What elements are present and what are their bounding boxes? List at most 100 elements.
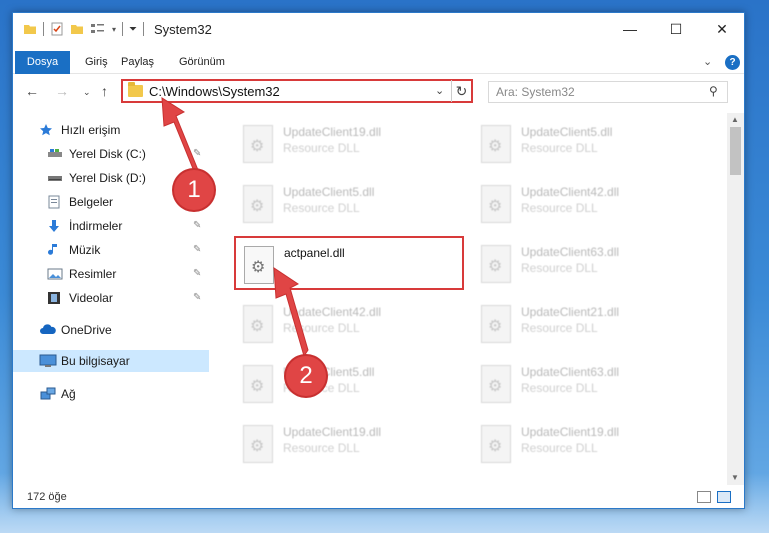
- sidebar-item-label: Bu bilgisayar: [61, 354, 130, 368]
- file-name: UpdateClient5.dll: [283, 185, 375, 199]
- sidebar-item-label: Hızlı erişim: [61, 123, 121, 137]
- dll-file-icon: [243, 305, 273, 343]
- toolbar-separator: [122, 22, 124, 36]
- view-options-icon[interactable]: [90, 22, 106, 36]
- sidebar-item-onedrive[interactable]: OneDrive: [13, 319, 209, 341]
- file-tile[interactable]: UpdateClient5.dll Resource DLL: [473, 117, 703, 171]
- address-path[interactable]: C:\Windows\System32: [149, 84, 280, 99]
- title-bar: ▾ ⏷ System32 — ☐ ✕: [13, 13, 744, 45]
- file-name: UpdateClient5.dll: [521, 125, 613, 139]
- sidebar-item-quick-access[interactable]: Hızlı erişim: [13, 119, 209, 141]
- new-folder-icon[interactable]: [70, 22, 84, 36]
- sidebar-item-label: Ağ: [61, 387, 76, 401]
- address-bar[interactable]: C:\Windows\System32 ⌄ ↻: [121, 79, 473, 103]
- sidebar-item-downloads[interactable]: İndirmeler ✎: [13, 215, 209, 237]
- file-list: UpdateClient19.dll Resource DLL UpdateCl…: [209, 113, 727, 485]
- help-icon[interactable]: ?: [725, 55, 740, 70]
- sidebar-item-local-disk-c[interactable]: Yerel Disk (C:) ✎: [13, 143, 209, 165]
- dll-file-icon: [243, 365, 273, 403]
- up-button[interactable]: ↑: [101, 83, 108, 99]
- file-name: UpdateClient19.dll: [521, 425, 620, 439]
- dll-file-icon: [243, 125, 273, 163]
- details-view-button[interactable]: [697, 491, 711, 503]
- chevron-down-icon[interactable]: ▾: [112, 25, 116, 34]
- properties-icon[interactable]: [50, 22, 64, 36]
- vertical-scrollbar[interactable]: ▲ ▼: [727, 113, 744, 485]
- customize-toolbar-icon[interactable]: ⏷: [129, 24, 137, 35]
- navigation-bar: ← → ⌄ ↑ C:\Windows\System32 ⌄ ↻ Ara: Sys…: [13, 75, 744, 109]
- pin-icon: ✎: [193, 244, 202, 255]
- file-name: actpanel.dll: [284, 246, 345, 260]
- file-name: UpdateClient63.dll: [521, 245, 620, 259]
- search-input[interactable]: Ara: System32 ⚲: [488, 81, 728, 103]
- dll-file-icon: [481, 425, 511, 463]
- recent-locations-button[interactable]: ⌄: [83, 87, 91, 98]
- tab-home[interactable]: Giriş: [85, 51, 108, 74]
- tab-file[interactable]: Dosya: [15, 51, 70, 74]
- download-icon: [47, 219, 63, 233]
- file-tile[interactable]: UpdateClient21.dll Resource DLL: [473, 297, 703, 351]
- file-type: Resource DLL: [521, 201, 598, 215]
- back-button[interactable]: ←: [25, 83, 39, 99]
- search-placeholder: Ara: System32: [496, 85, 575, 99]
- toolbar-separator: [143, 22, 145, 36]
- file-tile[interactable]: UpdateClient19.dll Resource DLL: [473, 417, 703, 471]
- folder-icon[interactable]: [23, 22, 37, 36]
- large-icons-view-button[interactable]: [717, 491, 731, 503]
- search-icon[interactable]: ⚲: [709, 84, 718, 98]
- file-type: Resource DLL: [521, 261, 598, 275]
- file-tile[interactable]: UpdateClient19.dll Resource DLL: [235, 117, 465, 171]
- scroll-up-icon[interactable]: ▲: [731, 115, 739, 124]
- tab-view[interactable]: Görünüm: [179, 51, 225, 74]
- sidebar-item-this-pc[interactable]: Bu bilgisayar: [13, 350, 209, 372]
- maximize-button[interactable]: ☐: [653, 13, 699, 45]
- dll-file-icon: [244, 246, 274, 284]
- file-name: UpdateClient63.dll: [521, 365, 620, 379]
- pin-icon: ✎: [193, 220, 202, 231]
- file-type: Resource DLL: [521, 141, 598, 155]
- close-button[interactable]: ✕: [699, 13, 745, 45]
- minimize-button[interactable]: —: [607, 13, 653, 45]
- file-tile[interactable]: UpdateClient63.dll Resource DLL: [473, 357, 703, 411]
- file-explorer-window: ▾ ⏷ System32 — ☐ ✕ Dosya Giriş Paylaş Gö…: [12, 12, 745, 509]
- file-type: Resource DLL: [521, 441, 598, 455]
- file-type: Resource DLL: [283, 321, 360, 335]
- file-tile[interactable]: UpdateClient5.dll Resource DLL: [235, 357, 465, 411]
- pin-icon: ✎: [193, 292, 202, 303]
- sidebar-item-network[interactable]: Ağ: [13, 383, 209, 405]
- file-tile[interactable]: UpdateClient19.dll Resource DLL: [235, 417, 465, 471]
- address-dropdown-button[interactable]: ⌄: [435, 84, 444, 97]
- file-tile[interactable]: UpdateClient42.dll Resource DLL: [235, 297, 465, 351]
- cloud-icon: [39, 323, 56, 337]
- sidebar-item-music[interactable]: Müzik ✎: [13, 239, 209, 261]
- file-tile[interactable]: UpdateClient42.dll Resource DLL: [473, 177, 703, 231]
- sidebar-item-label: Videolar: [69, 291, 113, 305]
- file-tile-actpanel[interactable]: actpanel.dll: [234, 236, 464, 290]
- folder-icon: [128, 82, 143, 97]
- expand-ribbon-icon[interactable]: ⌄: [703, 55, 712, 68]
- scroll-down-icon[interactable]: ▼: [731, 473, 739, 482]
- dll-file-icon: [481, 185, 511, 223]
- sidebar-item-label: Yerel Disk (D:): [69, 171, 146, 185]
- status-bar: 172 öğe: [13, 487, 744, 509]
- sidebar-item-label: OneDrive: [61, 323, 112, 337]
- tab-share[interactable]: Paylaş: [121, 51, 154, 74]
- file-type: Resource DLL: [521, 321, 598, 335]
- forward-button[interactable]: →: [55, 83, 69, 99]
- pin-icon: ✎: [193, 148, 202, 159]
- sidebar-item-videos[interactable]: Videolar ✎: [13, 287, 209, 309]
- sidebar-item-label: İndirmeler: [69, 219, 123, 233]
- file-name: UpdateClient19.dll: [283, 125, 382, 139]
- sidebar-item-pictures[interactable]: Resimler ✎: [13, 263, 209, 285]
- callout-2: 2: [286, 356, 326, 396]
- item-count: 172 öğe: [27, 491, 67, 503]
- drive-icon: [47, 171, 63, 185]
- scroll-thumb[interactable]: [730, 127, 741, 175]
- quick-access-toolbar: ▾ ⏷: [23, 22, 145, 36]
- network-icon: [39, 387, 56, 401]
- star-icon: [39, 123, 55, 137]
- file-tile[interactable]: UpdateClient63.dll Resource DLL: [473, 237, 703, 291]
- file-tile[interactable]: UpdateClient5.dll Resource DLL: [235, 177, 465, 231]
- refresh-button[interactable]: ↻: [451, 80, 471, 102]
- dll-file-icon: [243, 425, 273, 463]
